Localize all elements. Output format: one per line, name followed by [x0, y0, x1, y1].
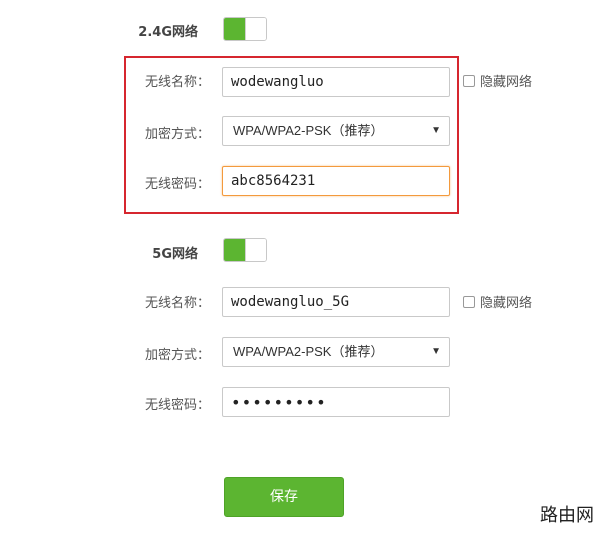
- band24-ssid-label: 无线名称：: [144, 75, 210, 90]
- band5-pw-input[interactable]: [222, 387, 450, 417]
- chevron-down-icon: ▼: [431, 125, 441, 136]
- toggle-on-indicator: [224, 18, 246, 40]
- band5-ssid-label: 无线名称：: [144, 296, 210, 311]
- band5-title: 5G网络: [152, 247, 198, 262]
- band5-hide-label: 隐藏网络: [480, 296, 533, 311]
- toggle-knob: [245, 239, 266, 261]
- band5-enc-label: 加密方式：: [144, 348, 210, 363]
- band5-enc-select[interactable]: WPA/WPA2-PSK（推荐） ▼: [222, 337, 450, 367]
- checkbox-box[interactable]: [463, 295, 475, 308]
- band5-enc-value: WPA/WPA2-PSK（推荐）: [233, 344, 384, 359]
- band24-enc-value: WPA/WPA2-PSK（推荐）: [233, 123, 384, 138]
- band5-hide-checkbox[interactable]: 隐藏网络: [463, 292, 532, 311]
- band24-pw-label: 无线密码：: [144, 177, 210, 192]
- band24-toggle[interactable]: [223, 17, 267, 41]
- toggle-on-indicator: [224, 239, 246, 261]
- band24-enc-select[interactable]: WPA/WPA2-PSK（推荐） ▼: [222, 116, 450, 146]
- band24-hide-checkbox[interactable]: 隐藏网络: [463, 71, 532, 90]
- chevron-down-icon: ▼: [431, 346, 441, 357]
- save-button[interactable]: 保存: [224, 477, 344, 517]
- watermark-text: 路由网: [540, 505, 594, 526]
- band24-hide-label: 隐藏网络: [480, 75, 533, 90]
- band5-ssid-input[interactable]: [222, 287, 450, 317]
- band5-toggle[interactable]: [223, 238, 267, 262]
- band24-pw-input[interactable]: [222, 166, 450, 196]
- band5-pw-label: 无线密码：: [144, 398, 210, 413]
- band24-enc-label: 加密方式：: [144, 127, 210, 142]
- toggle-knob: [245, 18, 266, 40]
- band24-title: 2.4G网络: [138, 25, 198, 40]
- checkbox-box[interactable]: [463, 74, 475, 87]
- band24-ssid-input[interactable]: [222, 67, 450, 97]
